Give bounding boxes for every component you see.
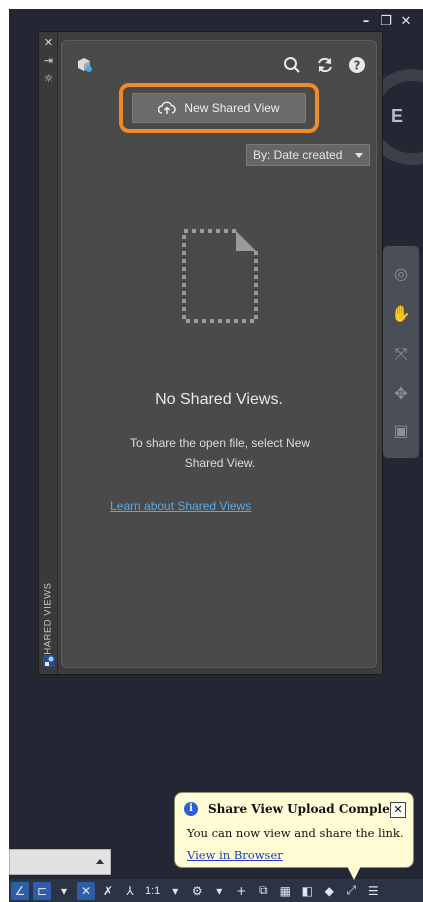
- new-shared-view-button[interactable]: New Shared View: [132, 93, 306, 123]
- chevron-down-icon[interactable]: ▾: [55, 882, 73, 900]
- annotation-scale-icon[interactable]: ⅄: [121, 882, 139, 900]
- shared-views-panel: ? New Shared View By: Date created No Sh: [61, 40, 377, 668]
- shared-views-palette: ✕ ⇥ ☼ SHARED VIEWS ? New Shared View By:…: [38, 31, 383, 675]
- window-controls: – ❐ ✕: [359, 14, 413, 29]
- clean-screen-shared-icon[interactable]: ◧: [298, 882, 316, 900]
- chevron-down-icon: [355, 153, 363, 158]
- new-shared-view-label: New Shared View: [184, 101, 280, 115]
- restore-button[interactable]: ❐: [379, 14, 393, 29]
- navigation-bar: ◎ ✋ ⤧ ✥ ▣: [383, 246, 419, 458]
- notification-tail: [346, 864, 362, 880]
- palette-autohide-icon[interactable]: ⇥: [42, 54, 55, 68]
- palette-properties-icon[interactable]: ☼: [42, 72, 55, 86]
- empty-state-title: No Shared Views.: [155, 391, 283, 408]
- object-snap-icon[interactable]: ✕: [77, 881, 95, 900]
- cloud-upload-icon: [158, 101, 177, 114]
- hardware-acceleration-icon[interactable]: ▦: [276, 882, 294, 900]
- annotation-visibility-icon[interactable]: ✗: [99, 882, 117, 900]
- svg-text:?: ?: [354, 59, 361, 73]
- shared-views-logo-icon: [78, 58, 92, 72]
- chevron-down-icon[interactable]: ▾: [210, 882, 228, 900]
- notification-title: Share View Upload Complete: [208, 802, 403, 816]
- showmotion-icon[interactable]: ▣: [391, 421, 411, 441]
- chevron-up-icon[interactable]: [96, 859, 104, 864]
- customization-menu-icon[interactable]: ☰: [364, 882, 382, 900]
- upload-complete-notification: i Share View Upload Complete ✕ You can n…: [174, 792, 414, 868]
- sort-dropdown[interactable]: By: Date created: [246, 144, 370, 166]
- empty-state-description: To share the open file, select New Share…: [129, 436, 311, 470]
- palette-title-strip: ✕ ⇥ ☼ SHARED VIEWS: [39, 32, 58, 674]
- help-icon[interactable]: ?: [347, 55, 367, 75]
- isometric-drafting-icon[interactable]: ∠: [11, 881, 29, 900]
- steering-wheel-icon[interactable]: ◎: [391, 264, 411, 284]
- view-in-browser-link[interactable]: View in Browser: [187, 848, 283, 862]
- viewcube-east-label: E: [391, 106, 404, 126]
- status-bar: ∠ ⊏ ▾ ✕ ✗ ⅄ 1:1 ▾ ⚙ ▾ + ⧉ ▦ ◧ ◆ ⤢ ☰: [9, 879, 423, 902]
- shared-views-status-icon[interactable]: ◆: [320, 882, 338, 900]
- minimize-button[interactable]: –: [359, 14, 373, 29]
- chevron-down-icon[interactable]: ▾: [166, 882, 184, 900]
- palette-close-icon[interactable]: ✕: [42, 36, 55, 50]
- autocad-window: – ❐ ✕ E ◎ ✋ ⤧ ✥ ▣ ✕ ⇥ ☼ SHARED VIEWS ? N…: [9, 9, 423, 902]
- pan-hand-icon[interactable]: ✋: [391, 304, 411, 324]
- command-line-stub[interactable]: [9, 849, 111, 875]
- learn-about-shared-views-link[interactable]: Learn about Shared Views: [110, 499, 251, 513]
- close-button[interactable]: ✕: [399, 14, 413, 29]
- info-icon: i: [184, 802, 198, 816]
- sort-selected-value: By: Date created: [253, 148, 343, 162]
- palette-corner-icon[interactable]: [42, 654, 56, 668]
- annotation-scale-value[interactable]: 1:1: [143, 885, 162, 897]
- workspace-gear-icon[interactable]: ⚙: [188, 882, 206, 900]
- orbit-icon[interactable]: ✥: [391, 384, 411, 404]
- ortho-mode-icon[interactable]: ⊏: [33, 881, 51, 900]
- fullscreen-icon[interactable]: ⤢: [342, 882, 360, 900]
- isolate-objects-icon[interactable]: ⧉: [254, 882, 272, 900]
- refresh-icon[interactable]: [315, 55, 335, 75]
- notification-message: You can now view and share the link.: [187, 826, 404, 840]
- search-icon[interactable]: [282, 55, 302, 75]
- crosshair-icon[interactable]: +: [232, 882, 250, 900]
- empty-document-icon: [182, 229, 258, 323]
- notification-close-button[interactable]: ✕: [390, 802, 406, 818]
- zoom-extents-icon[interactable]: ⤧: [391, 344, 411, 364]
